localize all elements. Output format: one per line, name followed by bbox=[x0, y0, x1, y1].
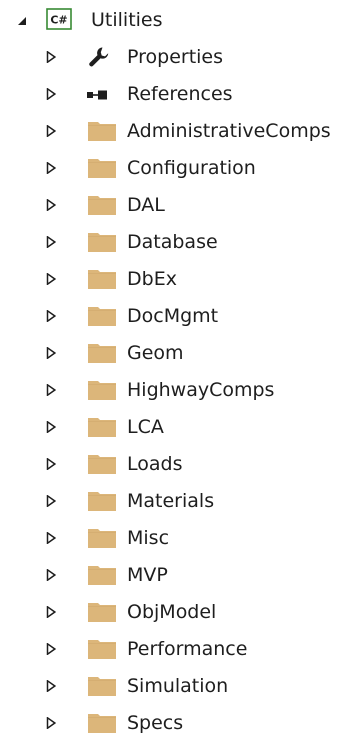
tree-node-folder-database[interactable]: Database bbox=[0, 223, 356, 260]
folder-icon bbox=[88, 714, 116, 733]
tree-node-utilities-project[interactable]: C# Utilities bbox=[0, 1, 356, 38]
wrench-icon bbox=[89, 47, 109, 67]
tree-node-label: DbEx bbox=[127, 268, 177, 290]
expanded-triangle-icon[interactable] bbox=[17, 15, 27, 27]
tree-node-folder-specs[interactable]: Specs bbox=[0, 704, 356, 741]
folder-icon bbox=[88, 603, 116, 622]
tree-node-label: DocMgmt bbox=[127, 305, 219, 327]
tree-node-folder-objmodel[interactable]: ObjModel bbox=[0, 593, 356, 630]
tree-node-label: Properties bbox=[127, 46, 224, 68]
collapsed-triangle-icon[interactable] bbox=[46, 273, 56, 285]
collapsed-triangle-icon[interactable] bbox=[46, 680, 56, 692]
collapsed-triangle-icon[interactable] bbox=[46, 421, 56, 433]
tree-node-folder-simulation[interactable]: Simulation bbox=[0, 667, 356, 704]
tree-node-label: LCA bbox=[127, 416, 164, 438]
csharp-badge-text: C# bbox=[50, 14, 67, 27]
folder-icon bbox=[88, 381, 116, 400]
tree-node-folder-loads[interactable]: Loads bbox=[0, 445, 356, 482]
tree-node-label: Simulation bbox=[127, 675, 229, 697]
collapsed-triangle-icon[interactable] bbox=[46, 236, 56, 248]
folder-icon bbox=[88, 233, 116, 252]
collapsed-triangle-icon[interactable] bbox=[46, 384, 56, 396]
tree-node-references[interactable]: References bbox=[0, 75, 356, 112]
tree-node-label: HighwayComps bbox=[127, 379, 275, 401]
folder-icon bbox=[88, 122, 116, 141]
tree-node-folder-docmgmt[interactable]: DocMgmt bbox=[0, 297, 356, 334]
folder-icon bbox=[88, 270, 116, 289]
tree-node-folder-dal[interactable]: DAL bbox=[0, 186, 356, 223]
tree-node-label: ObjModel bbox=[127, 601, 217, 623]
collapsed-triangle-icon[interactable] bbox=[46, 569, 56, 581]
collapsed-triangle-icon[interactable] bbox=[46, 125, 56, 137]
collapsed-triangle-icon[interactable] bbox=[46, 199, 56, 211]
tree-node-folder-misc[interactable]: Misc bbox=[0, 519, 356, 556]
folder-icon bbox=[88, 455, 116, 474]
collapsed-triangle-icon[interactable] bbox=[46, 162, 56, 174]
collapsed-triangle-icon[interactable] bbox=[46, 458, 56, 470]
tree-node-label: Database bbox=[127, 231, 218, 253]
tree-node-folder-materials[interactable]: Materials bbox=[0, 482, 356, 519]
tree-node-label: AdministrativeComps bbox=[127, 120, 331, 142]
folder-icon bbox=[88, 492, 116, 511]
folder-icon bbox=[88, 159, 116, 178]
collapsed-triangle-icon[interactable] bbox=[46, 310, 56, 322]
tree-node-folder-configuration[interactable]: Configuration bbox=[0, 149, 356, 186]
folder-icon bbox=[88, 418, 116, 437]
tree-node-properties[interactable]: Properties bbox=[0, 38, 356, 75]
tree-node-folder-geom[interactable]: Geom bbox=[0, 334, 356, 371]
folder-icon bbox=[88, 529, 116, 548]
folder-icon bbox=[88, 307, 116, 326]
tree-node-label: Misc bbox=[127, 527, 170, 549]
tree-node-folder-performance[interactable]: Performance bbox=[0, 630, 356, 667]
tree-node-label: Performance bbox=[127, 638, 248, 660]
project-label: Utilities bbox=[91, 9, 163, 31]
tree-node-label: Configuration bbox=[127, 157, 256, 179]
tree-node-label: Specs bbox=[127, 712, 184, 734]
references-icon bbox=[87, 90, 107, 100]
collapsed-triangle-icon[interactable] bbox=[46, 88, 56, 100]
tree-node-label: Materials bbox=[127, 490, 215, 512]
collapsed-triangle-icon[interactable] bbox=[46, 347, 56, 359]
folder-icon bbox=[88, 640, 116, 659]
folder-icon bbox=[88, 677, 116, 696]
csharp-project-icon: C# bbox=[46, 8, 72, 30]
folder-icon bbox=[88, 566, 116, 585]
tree-node-label: Loads bbox=[127, 453, 183, 475]
folder-icon bbox=[88, 344, 116, 363]
tree-node-folder-administrativecomps[interactable]: AdministrativeComps bbox=[0, 112, 356, 149]
collapsed-triangle-icon[interactable] bbox=[46, 717, 56, 729]
collapsed-triangle-icon[interactable] bbox=[46, 606, 56, 618]
collapsed-triangle-icon[interactable] bbox=[46, 532, 56, 544]
tree-node-folder-highwaycomps[interactable]: HighwayComps bbox=[0, 371, 356, 408]
solution-explorer-tree: C# Utilities Properties References Admin… bbox=[0, 1, 356, 741]
tree-node-folder-mvp[interactable]: MVP bbox=[0, 556, 356, 593]
tree-node-folder-lca[interactable]: LCA bbox=[0, 408, 356, 445]
collapsed-triangle-icon[interactable] bbox=[46, 643, 56, 655]
collapsed-triangle-icon[interactable] bbox=[46, 51, 56, 63]
tree-node-label: MVP bbox=[127, 564, 168, 586]
tree-node-folder-dbex[interactable]: DbEx bbox=[0, 260, 356, 297]
tree-node-label: References bbox=[127, 83, 233, 105]
tree-node-label: Geom bbox=[127, 342, 184, 364]
tree-node-label: DAL bbox=[127, 194, 165, 216]
collapsed-triangle-icon[interactable] bbox=[46, 495, 56, 507]
folder-icon bbox=[88, 196, 116, 215]
